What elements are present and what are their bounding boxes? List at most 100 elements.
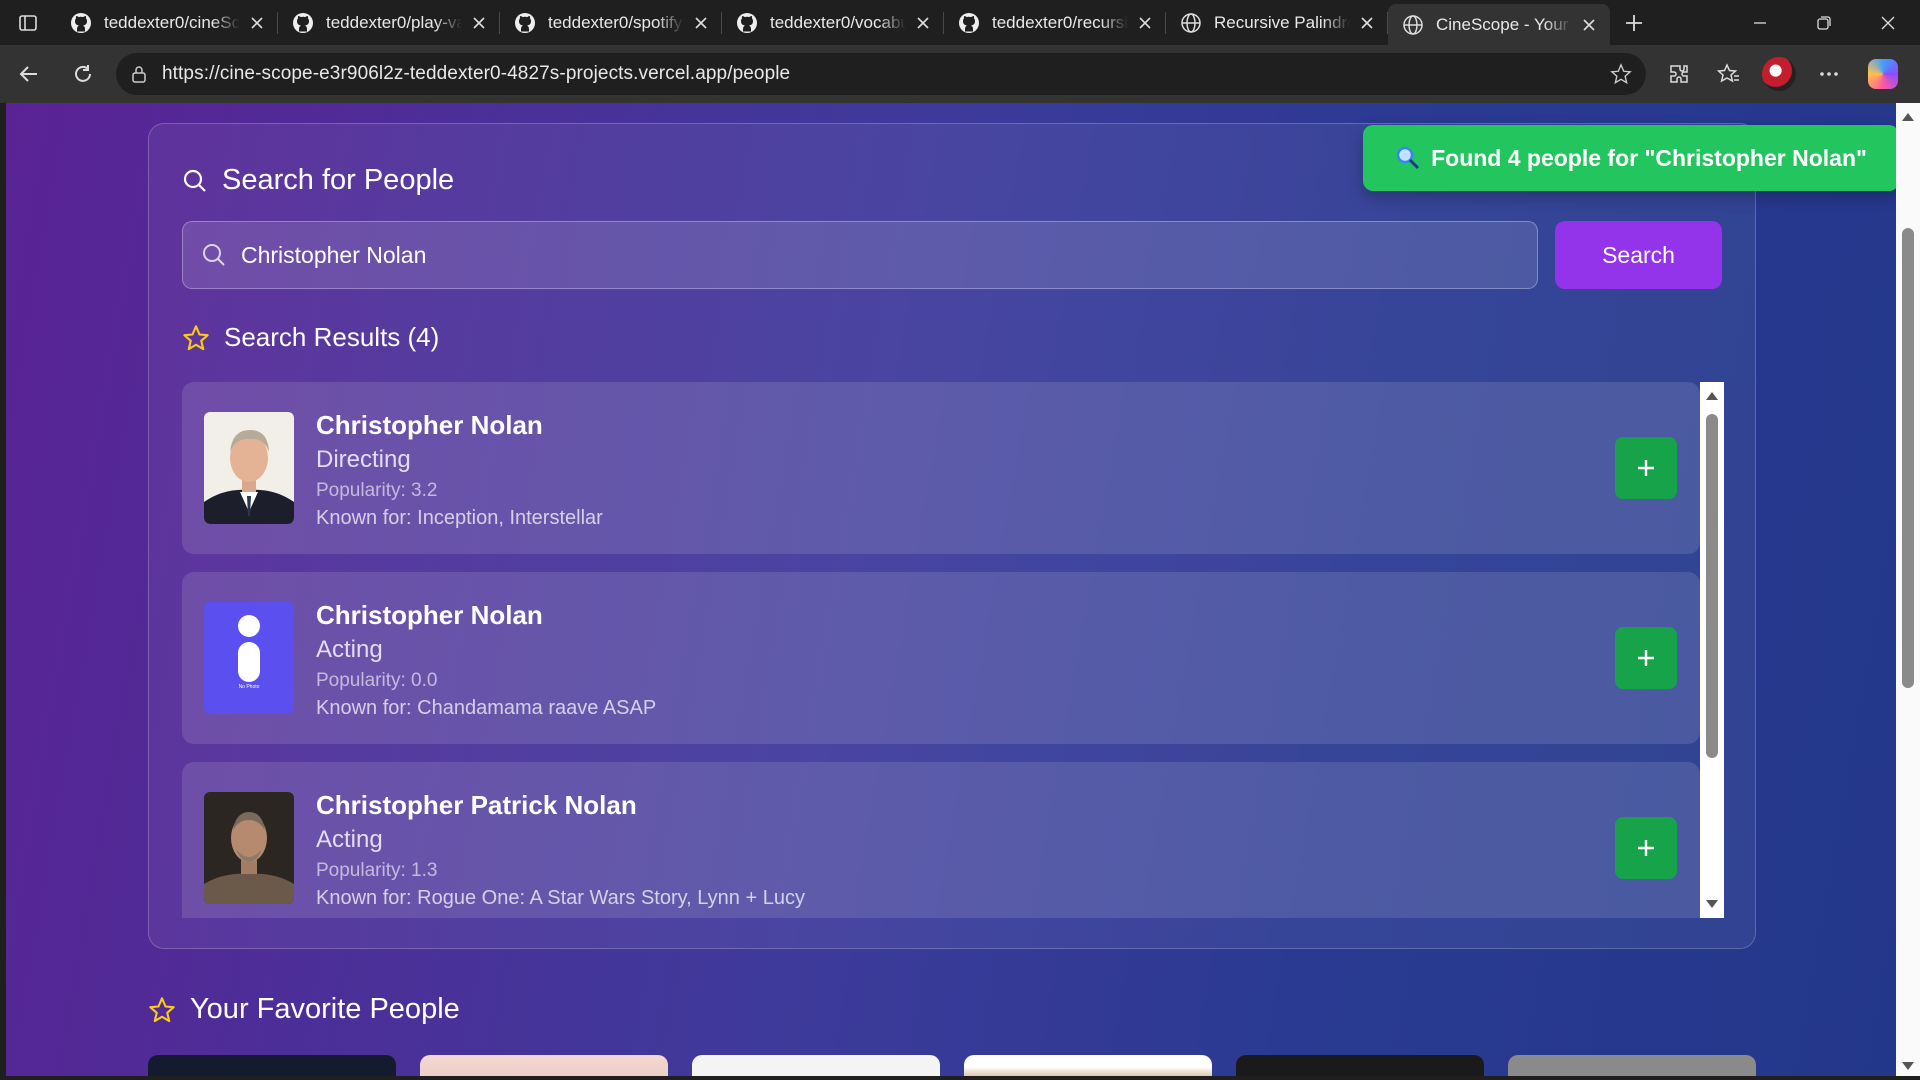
restore-icon [1817,15,1831,30]
star-icon [183,324,209,350]
new-tab-button[interactable] [1610,0,1658,45]
browser-tab[interactable]: teddexter0/cineScope [56,0,278,45]
person-photo [204,412,294,524]
page-scrollbar[interactable] [1896,103,1920,1080]
close-icon[interactable] [912,12,934,34]
browser-tab[interactable]: teddexter0/recursive [944,0,1166,45]
reload-button[interactable] [58,52,108,96]
search-input[interactable] [241,241,1441,269]
toast-message: Found 4 people for "Christopher Nolan" [1431,144,1867,171]
add-favorite-button[interactable] [1615,817,1677,879]
person-department: Acting [316,826,383,853]
person-placeholder-icon [238,615,260,682]
copilot-button[interactable] [1858,52,1908,96]
favorites-icon [1717,63,1739,83]
no-photo-label: No Photo [238,684,260,690]
tab-label: teddexter0/cineScope [104,12,240,32]
close-icon [1881,16,1895,29]
close-icon[interactable] [1578,14,1600,36]
tab-label: teddexter0/vocabulary [770,12,906,32]
person-name[interactable]: Christopher Patrick Nolan [316,790,637,821]
extensions-button[interactable] [1654,52,1704,96]
scroll-up-arrow[interactable] [1706,392,1718,400]
close-window-button[interactable] [1856,0,1920,45]
more-menu-button[interactable] [1804,52,1854,96]
avatar [1762,57,1796,91]
plus-icon [1638,460,1654,476]
tab-label: teddexter0/spotify [548,12,683,32]
add-favorite-button[interactable] [1615,437,1677,499]
tab-label: CineScope - Your Movie [1436,14,1572,34]
tab-label: teddexter0/play-vault [326,12,462,32]
browser-tab[interactable]: teddexter0/play-vault [278,0,500,45]
arrow-left-icon [19,66,37,82]
scroll-down-arrow[interactable] [1902,1062,1914,1070]
search-button[interactable]: Search [1555,221,1722,289]
github-icon [292,12,314,34]
person-name[interactable]: Christopher Nolan [316,410,543,441]
results-list[interactable]: Christopher Nolan Directing Popularity: … [182,382,1724,918]
site-info-icon[interactable] [130,65,148,83]
result-card: Christopher Nolan Directing Popularity: … [182,382,1700,554]
person-name[interactable]: Christopher Nolan [316,600,543,631]
browser-tab-bar: teddexter0/cineScope teddexter0/play-vau… [0,0,1920,45]
url-text[interactable]: https://cine-scope-e3r906l2z-teddexter0-… [162,63,1610,85]
result-card: No Photo Christopher Nolan Acting Popula… [182,572,1700,744]
back-button[interactable] [4,52,54,96]
person-popularity: Popularity: 0.0 [316,670,438,691]
refresh-icon [75,65,91,82]
browser-toolbar: https://cine-scope-e3r906l2z-teddexter0-… [0,45,1920,103]
close-icon[interactable] [468,12,490,34]
globe-icon [1402,14,1424,36]
search-title-text: Search for People [222,164,455,196]
close-icon[interactable] [1134,12,1156,34]
add-favorite-button[interactable] [1615,627,1677,689]
results-title-text: Search Results (4) [224,322,440,352]
scroll-down-arrow[interactable] [1706,900,1718,908]
browser-tab[interactable]: teddexter0/vocabulary [722,0,944,45]
browser-tab[interactable]: teddexter0/spotify [500,0,722,45]
browser-tab[interactable]: Recursive Palindrome [1166,0,1388,45]
plus-icon [1626,14,1642,31]
results-scrollbar[interactable] [1700,382,1724,918]
search-field[interactable] [182,221,1538,289]
favorites-section-title: Your Favorite People [148,993,460,1026]
no-photo-placeholder: No Photo [204,602,294,714]
results-section-title: Search Results (4) [182,322,439,353]
tab-label: Recursive Palindrome [1214,12,1350,32]
favorites-button[interactable] [1704,52,1754,96]
scroll-up-arrow[interactable] [1902,113,1914,121]
address-bar[interactable]: https://cine-scope-e3r906l2z-teddexter0-… [116,53,1646,95]
person-department: Acting [316,636,383,663]
browser-tab-active[interactable]: CineScope - Your Movie [1388,4,1610,45]
close-icon[interactable] [690,12,712,34]
star-icon [149,996,175,1022]
person-popularity: Popularity: 3.2 [316,480,438,501]
puzzle-icon [1670,65,1688,83]
person-department: Directing [316,446,411,473]
github-icon [514,12,536,34]
person-photo [204,792,294,904]
person-popularity: Popularity: 1.3 [316,860,438,881]
profile-button[interactable] [1754,52,1804,96]
github-icon [958,12,980,34]
favorite-star-icon[interactable] [1610,63,1632,85]
close-icon[interactable] [246,12,268,34]
tab-actions-button[interactable] [0,0,56,45]
person-known-for: Known for: Chandamama raave ASAP [316,697,657,719]
minimize-icon [1754,21,1766,24]
sidebar-toggle-icon [19,14,37,31]
minimize-button[interactable] [1728,0,1792,45]
plus-icon [1638,650,1654,666]
restore-button[interactable] [1792,0,1856,45]
page-scrollbar-thumb[interactable] [1902,228,1914,688]
close-icon[interactable] [1356,12,1378,34]
globe-icon [1180,12,1202,34]
portrait-image [204,412,294,524]
github-icon [70,12,92,34]
search-toast-notification: Found 4 people for "Christopher Nolan" [1363,125,1896,191]
results-scrollbar-thumb[interactable] [1706,414,1718,758]
more-icon [1820,72,1838,76]
github-icon [736,12,758,34]
result-card: Christopher Patrick Nolan Acting Popular… [182,762,1700,918]
